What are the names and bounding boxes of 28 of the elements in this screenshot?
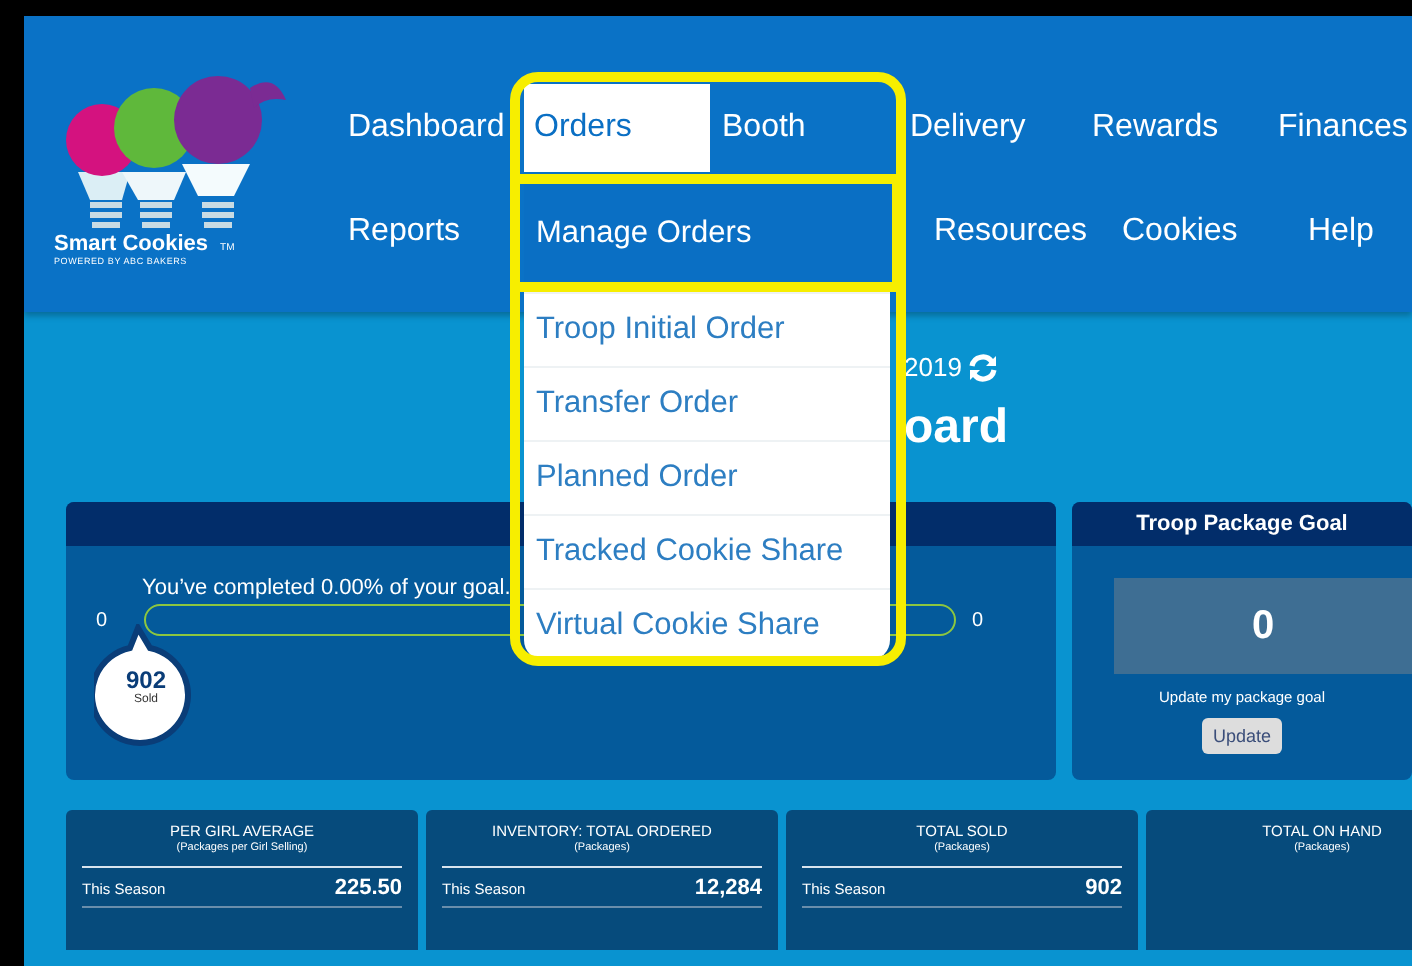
menu-item[interactable]: Virtual Cookie Share — [524, 590, 890, 660]
nav-tab[interactable]: Finances — [1270, 84, 1410, 172]
nav-tab[interactable]: Cookies — [1100, 180, 1286, 284]
goal-max: 0 — [972, 609, 986, 631]
page-title: oard — [904, 400, 1011, 456]
stat-value: 902 — [1085, 876, 1122, 900]
nav-tab[interactable]: Delivery — [898, 84, 1084, 172]
nav-tab[interactable]: Rewards — [1084, 84, 1270, 172]
menu-item[interactable]: Tracked Cookie Share — [524, 516, 890, 590]
nav-tab[interactable]: Dashboard — [340, 84, 524, 172]
stat-value: 225.50 — [334, 876, 402, 900]
menu-item[interactable]: Planned Order — [524, 442, 890, 516]
goal-message: You’ve completed 0.00% of your goal. — [140, 576, 513, 600]
menu-item[interactable]: Transfer Order — [524, 368, 890, 442]
goal-value: 0 — [1114, 578, 1412, 674]
update-button[interactable]: Update — [1202, 718, 1282, 754]
stat-value: 12,284 — [694, 876, 762, 900]
goal-min: 0 — [96, 609, 110, 631]
nav-tab[interactable]: Help — [1286, 180, 1386, 284]
card-title: Troop Package Goal — [1072, 502, 1412, 546]
menu-item[interactable]: Troop Initial Order — [524, 294, 890, 368]
nav-tab[interactable]: Orders — [524, 84, 710, 172]
sold-count: 902 — [125, 666, 167, 694]
nav-tab[interactable]: Booth — [710, 84, 898, 172]
refresh-icon[interactable] — [967, 353, 998, 381]
date-text: 2019 — [904, 352, 962, 382]
logo-name: Smart Cookies — [54, 232, 209, 256]
nav-tab[interactable]: Resources — [912, 180, 1100, 284]
